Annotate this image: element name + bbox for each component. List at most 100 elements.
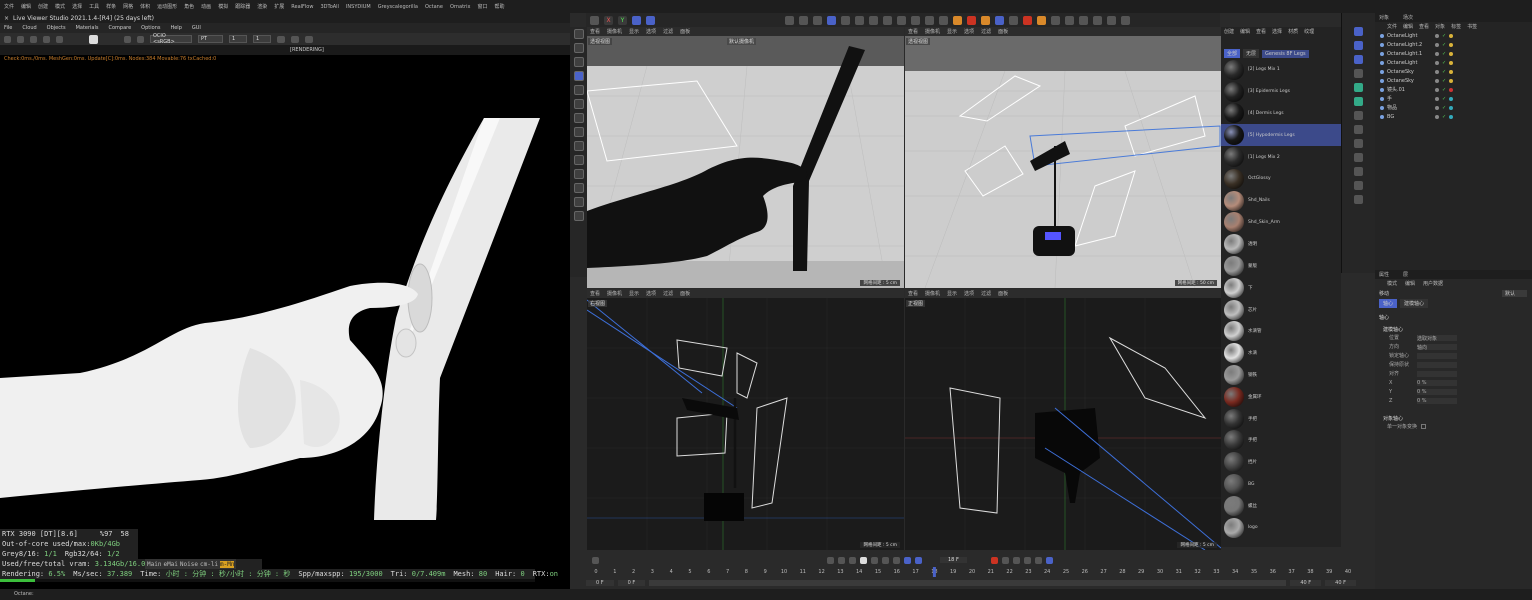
menu-item[interactable]: Greyscalegorilla <box>378 4 418 10</box>
menu-item[interactable]: 帮助 <box>494 3 504 10</box>
lv-menu-item[interactable]: GUI <box>192 25 201 31</box>
loop-icon[interactable] <box>904 556 911 564</box>
visibility-icon[interactable] <box>1435 87 1439 92</box>
viewport-menu-item[interactable]: 选项 <box>964 290 974 297</box>
menu-item[interactable]: 选择 <box>72 3 82 10</box>
render-pass-tab[interactable]: eMai <box>163 561 177 568</box>
camera-icon[interactable] <box>291 35 299 43</box>
menu-item[interactable]: 渲染 <box>257 3 267 10</box>
scale-icon[interactable] <box>573 99 584 109</box>
camera-icon[interactable] <box>1354 153 1363 162</box>
key-select-icon[interactable] <box>1012 556 1020 564</box>
stop-icon[interactable] <box>43 35 50 43</box>
viewport-menu-item[interactable]: 查看 <box>908 290 918 297</box>
render-pass-tab[interactable]: Main <box>147 561 161 568</box>
material-item[interactable]: 螺丝 <box>1221 495 1341 517</box>
move-key-icon[interactable] <box>1023 556 1031 564</box>
tag-icon[interactable] <box>1449 51 1454 56</box>
object-menu-item[interactable]: 查看 <box>1419 23 1429 30</box>
attribute-menu-item[interactable]: 编辑 <box>1405 280 1415 287</box>
snap-icon[interactable] <box>897 15 906 25</box>
tag-icon[interactable] <box>1449 33 1454 38</box>
spline-icon[interactable] <box>855 15 864 25</box>
viewport-menu-item[interactable]: 显示 <box>629 28 639 35</box>
viewport-menu-item[interactable]: 过滤 <box>981 290 991 297</box>
grid-icon[interactable] <box>911 15 920 25</box>
menu-item[interactable]: 窗口 <box>477 3 487 10</box>
scene-icon[interactable] <box>1354 139 1363 148</box>
region-icon[interactable] <box>56 35 63 43</box>
material-item[interactable]: [2] Legs Mix 1 <box>1221 59 1341 81</box>
object-row[interactable]: OctaneSky ✓ <box>1375 67 1532 76</box>
menu-item[interactable]: Octane <box>425 4 443 10</box>
close-icon[interactable]: × <box>4 15 9 22</box>
spin-input-2[interactable]: 1 <box>253 35 271 43</box>
material-item[interactable]: OctGlossy <box>1221 168 1341 190</box>
transform-icon[interactable] <box>573 113 584 123</box>
attribute-row[interactable]: 锁定轴心 <box>1375 351 1532 360</box>
viewport-menu-item[interactable]: 面板 <box>998 290 1008 297</box>
bevel-icon[interactable] <box>573 183 584 193</box>
x-axis-icon[interactable]: X <box>604 15 613 25</box>
scale-key-icon[interactable] <box>1034 556 1042 564</box>
attribute-value[interactable] <box>1417 361 1457 368</box>
y-axis-icon[interactable]: Y <box>618 15 627 25</box>
brush-icon[interactable] <box>573 141 584 151</box>
axis-icon[interactable] <box>573 127 584 137</box>
menu-item[interactable]: 扩展 <box>274 3 284 10</box>
material-item[interactable]: Shd_Nails <box>1221 190 1341 212</box>
material-item[interactable]: [3] Epidermis Legs <box>1221 81 1341 103</box>
enable-check-icon[interactable]: ✓ <box>1442 114 1446 120</box>
object-tab[interactable]: 场次 <box>1403 14 1413 21</box>
enable-check-icon[interactable]: ✓ <box>1442 69 1446 75</box>
playhead[interactable] <box>932 567 936 577</box>
attribute-row[interactable]: Z 0 % <box>1375 396 1532 405</box>
material-item[interactable]: [1] Legs Mix 2 <box>1221 146 1341 168</box>
enable-check-icon[interactable]: ✓ <box>1442 51 1446 57</box>
enable-check-icon[interactable]: ✓ <box>1442 96 1446 102</box>
menu-item[interactable]: 运动图形 <box>157 3 177 10</box>
record-icon[interactable] <box>967 15 976 25</box>
menu-item[interactable]: 创建 <box>38 3 48 10</box>
enable-check-icon[interactable]: ✓ <box>1442 33 1446 39</box>
attribute-value[interactable]: 0 % <box>1417 397 1457 404</box>
object-row[interactable]: OctaneLight.2 ✓ <box>1375 40 1532 49</box>
viewport-menu-item[interactable]: 显示 <box>629 290 639 297</box>
material-item[interactable]: logo <box>1221 517 1341 539</box>
enable-check-icon[interactable]: ✓ <box>1442 78 1446 84</box>
material-item[interactable]: BG <box>1221 473 1341 495</box>
attribute-value[interactable]: 0 % <box>1417 379 1457 386</box>
current-frame-field[interactable]: 18 F <box>940 557 967 563</box>
attribute-row[interactable]: 保持原状 <box>1375 360 1532 369</box>
pause-icon[interactable] <box>30 35 37 43</box>
visibility-icon[interactable] <box>1435 51 1439 56</box>
material-item[interactable]: [5] Hypodermis Legs <box>1221 124 1341 147</box>
attribute-value[interactable] <box>1417 370 1457 377</box>
attribute-value[interactable]: 0 % <box>1417 388 1457 395</box>
coord-icon[interactable] <box>646 15 655 25</box>
preview-end-field[interactable]: 40 F <box>1290 580 1322 586</box>
object-menu-item[interactable]: 编辑 <box>1403 23 1413 30</box>
object-row[interactable]: OctaneLight ✓ <box>1375 31 1532 40</box>
lv-menu-item[interactable]: File <box>4 25 12 31</box>
menu-item[interactable]: 文件 <box>4 3 14 10</box>
tag-icon[interactable] <box>1449 96 1454 101</box>
attribute-row[interactable]: 方向 轴向 <box>1375 342 1532 351</box>
enable-check-icon[interactable]: ✓ <box>1442 105 1446 111</box>
tag-icon[interactable] <box>1449 69 1454 74</box>
preview-start-field[interactable]: 0 F <box>617 580 646 586</box>
viewport-menu-item[interactable]: 显示 <box>947 290 957 297</box>
attribute-value[interactable] <box>1417 352 1457 359</box>
lv-menu-item[interactable]: Cloud <box>22 25 36 31</box>
subdivision-icon[interactable] <box>869 15 878 25</box>
object-row[interactable]: 镜头.01 ✓ <box>1375 85 1532 94</box>
tag-icon[interactable] <box>1449 105 1454 110</box>
snapshot-icon[interactable] <box>277 35 285 43</box>
lv-menu-item[interactable]: Options <box>141 25 160 31</box>
effector-icon[interactable] <box>1354 111 1363 120</box>
attribute-value[interactable]: 轴向 <box>1417 343 1457 351</box>
viewport-menu-item[interactable]: 选项 <box>646 28 656 35</box>
menu-item[interactable]: 跟踪器 <box>235 3 250 10</box>
tag-icon[interactable] <box>1449 87 1454 92</box>
object-row[interactable]: OctaneSky ✓ <box>1375 76 1532 85</box>
